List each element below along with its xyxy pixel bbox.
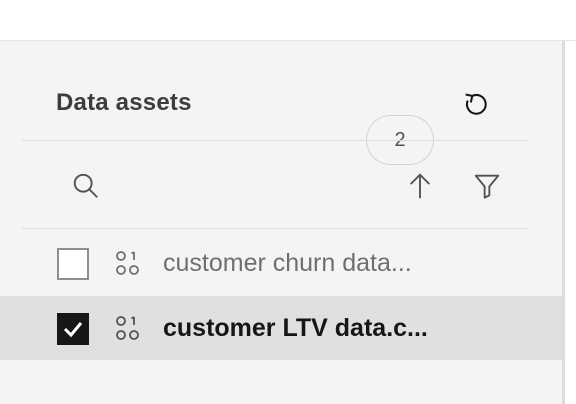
asset-name: customer churn data... [163,249,412,277]
asset-name: customer LTV data.c... [163,314,428,342]
row-checkbox[interactable] [57,248,89,280]
data-assets-panel: Data assets 2 [0,41,562,404]
app-frame: Data assets 2 [0,0,576,404]
refresh-icon [465,93,487,115]
sort-button[interactable] [402,168,438,204]
toolbar-divider [22,228,528,229]
list-item-selected[interactable]: customer LTV data.c... [0,296,562,360]
search-button[interactable] [68,168,104,204]
panel-title: Data assets [56,89,192,116]
search-icon [73,173,98,198]
row-checkbox-checked[interactable] [57,313,89,345]
top-bar [0,0,576,41]
data-asset-icon [116,251,139,275]
checkmark-icon [63,322,83,338]
refresh-button[interactable] [458,84,494,120]
arrow-up-icon [409,173,431,199]
list-item[interactable]: customer churn data... [0,231,562,295]
filter-icon [474,174,500,199]
filter-button[interactable] [469,168,505,204]
right-edge [565,41,576,404]
data-asset-icon [116,316,139,340]
header-divider [22,140,528,141]
